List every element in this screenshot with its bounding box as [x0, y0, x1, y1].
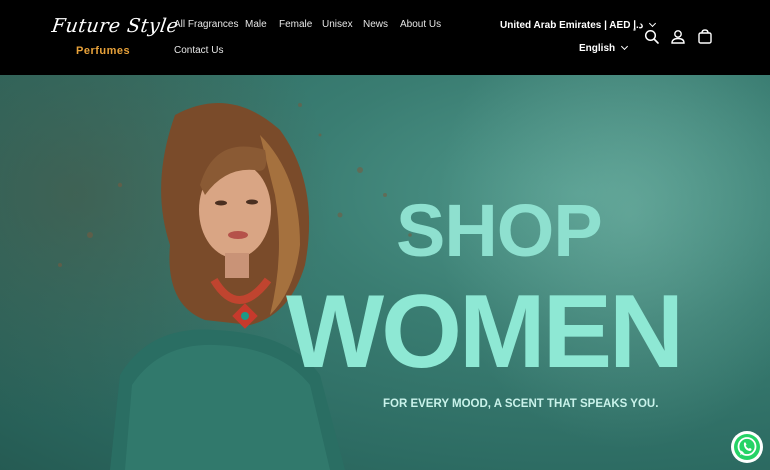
hero-title-shop: SHOP	[396, 189, 603, 272]
nav-contact-us[interactable]: Contact Us	[174, 45, 223, 56]
model-photo	[58, 103, 412, 470]
cart-icon[interactable]	[696, 28, 714, 46]
hero-glow	[420, 75, 770, 470]
language-selector[interactable]: English	[579, 42, 629, 54]
nav-about-us[interactable]: About Us	[400, 19, 441, 30]
hero-banner[interactable]: SHOP WOMEN FOR EVERY MOOD, A SCENT THAT …	[0, 75, 770, 470]
nav-unisex[interactable]: Unisex	[322, 19, 353, 30]
nav-male[interactable]: Male	[245, 19, 267, 30]
country-selector[interactable]: United Arab Emirates | AED د.إ	[500, 19, 657, 31]
whatsapp-button[interactable]	[731, 431, 763, 463]
whatsapp-icon	[734, 434, 760, 460]
hero-title-women: WOMEN	[286, 274, 684, 390]
nav-news[interactable]: News	[363, 19, 388, 30]
language-label: English	[579, 43, 616, 54]
search-icon[interactable]	[643, 28, 661, 46]
logo-subtitle: Perfumes	[76, 45, 131, 57]
chevron-down-icon	[649, 19, 657, 28]
site-header: Future Style Perfumes All Fragrances Mal…	[0, 0, 770, 75]
brand-logo[interactable]: Future Style Perfumes	[50, 15, 179, 61]
nav-all-fragrances[interactable]: All Fragrances	[174, 19, 238, 30]
logo-script: Future Style	[50, 15, 180, 37]
country-label: United Arab Emirates | AED د.إ	[500, 20, 644, 31]
chevron-down-icon	[621, 42, 629, 51]
hero-tagline: FOR EVERY MOOD, A SCENT THAT SPEAKS YOU.	[383, 398, 659, 410]
nav-female[interactable]: Female	[279, 19, 312, 30]
account-icon[interactable]	[669, 28, 687, 46]
